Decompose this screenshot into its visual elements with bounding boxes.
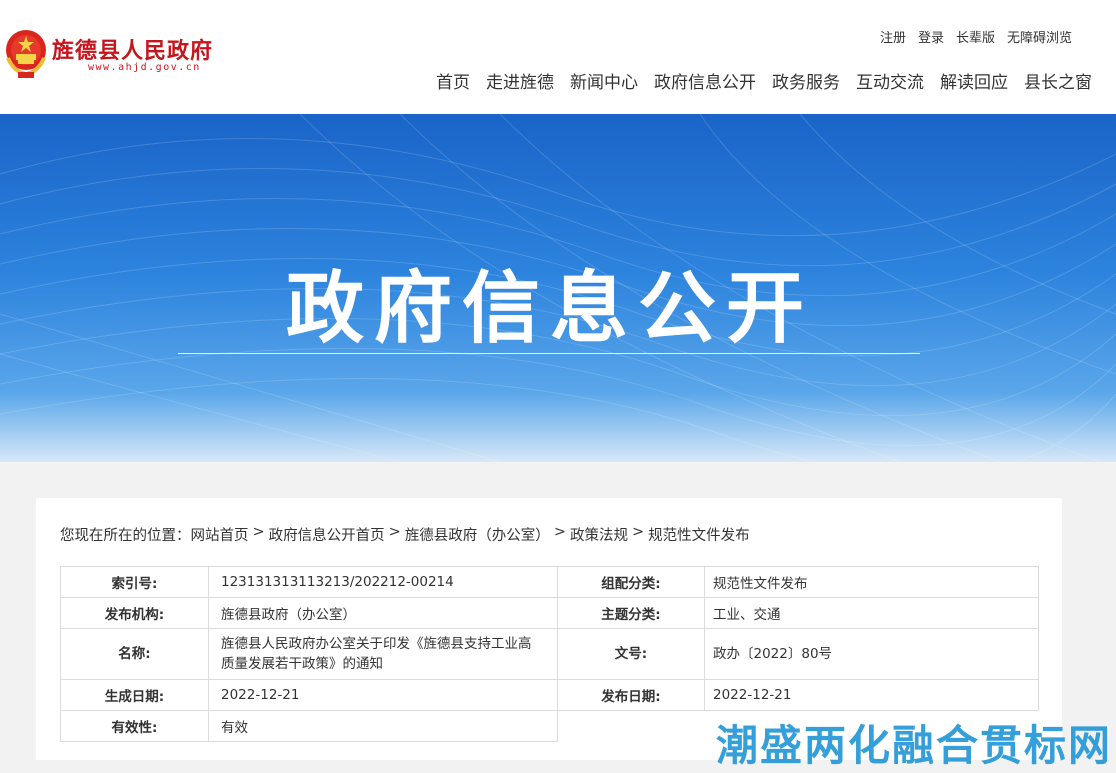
accessibility-link[interactable]: 无障碍浏览 bbox=[1007, 27, 1072, 46]
index-label: 索引号: bbox=[60, 566, 209, 598]
breadcrumb-office[interactable]: 旌德县政府（办公室） bbox=[405, 524, 550, 545]
nav-item-county-head[interactable]: 县长之窗 bbox=[1024, 68, 1092, 93]
docno-label: 文号: bbox=[557, 628, 705, 680]
created-date-label: 生成日期: bbox=[60, 679, 209, 711]
table-row: 发布机构: 旌德县政府（办公室） 主题分类: 工业、交通 bbox=[60, 597, 1039, 629]
nav-item-about[interactable]: 走进旌德 bbox=[486, 68, 554, 93]
category-label: 组配分类: bbox=[557, 566, 705, 598]
banner-divider bbox=[178, 353, 920, 354]
main-nav: 首页 走进旌德 新闻中心 政府信息公开 政务服务 互动交流 解读回应 县长之窗 bbox=[436, 68, 1092, 93]
site-header: 旌德县人民政府 www.ahjd.gov.cn 注册 登录 长辈版 无障碍浏览 … bbox=[0, 0, 1116, 114]
name-value: 旌德县人民政府办公室关于印发《旌德县支持工业高 质量发展若干政策》的通知 bbox=[208, 628, 558, 680]
banner-title: 政府信息公开 bbox=[285, 264, 814, 354]
nav-item-home[interactable]: 首页 bbox=[436, 68, 470, 93]
top-links: 注册 登录 长辈版 无障碍浏览 bbox=[880, 27, 1072, 46]
elder-mode-link[interactable]: 长辈版 bbox=[956, 27, 995, 46]
nav-item-gov-info[interactable]: 政府信息公开 bbox=[654, 68, 756, 93]
breadcrumb-separator: > bbox=[252, 524, 265, 540]
register-link[interactable]: 注册 bbox=[880, 27, 906, 46]
breadcrumb-policy[interactable]: 政策法规 bbox=[570, 524, 628, 545]
publisher-label: 发布机构: bbox=[60, 597, 209, 629]
national-emblem-icon bbox=[6, 30, 46, 78]
breadcrumb-separator: > bbox=[631, 524, 645, 540]
index-value: 123131313113213/202212-00214 bbox=[208, 566, 558, 598]
validity-value: 有效 bbox=[208, 710, 558, 742]
topic-label: 主题分类: bbox=[557, 597, 705, 629]
published-date-value: 2022-12-21 bbox=[704, 679, 1039, 711]
name-value-line1: 旌德县人民政府办公室关于印发《旌德县支持工业高 bbox=[221, 636, 532, 652]
docno-value: 政办〔2022〕80号 bbox=[704, 628, 1039, 680]
topic-value: 工业、交通 bbox=[704, 597, 1039, 629]
nav-item-interaction[interactable]: 互动交流 bbox=[856, 68, 924, 93]
breadcrumb-home[interactable]: 网站首页 bbox=[191, 524, 249, 545]
site-url: www.ahjd.gov.cn bbox=[88, 62, 201, 73]
breadcrumb-normative-docs[interactable]: 规范性文件发布 bbox=[648, 524, 750, 545]
publisher-value: 旌德县政府（办公室） bbox=[208, 597, 558, 629]
table-row: 索引号: 123131313113213/202212-00214 组配分类: … bbox=[60, 566, 1039, 598]
created-date-value: 2022-12-21 bbox=[208, 679, 558, 711]
nav-item-interpretation[interactable]: 解读回应 bbox=[940, 68, 1008, 93]
validity-label: 有效性: bbox=[60, 710, 209, 742]
banner: 政府信息公开 bbox=[0, 114, 1116, 462]
published-date-label: 发布日期: bbox=[557, 679, 705, 711]
table-row: 名称: 旌德县人民政府办公室关于印发《旌德县支持工业高 质量发展若干政策》的通知… bbox=[60, 628, 1039, 680]
name-value-line2: 质量发展若干政策》的通知 bbox=[221, 656, 383, 672]
category-value: 规范性文件发布 bbox=[704, 566, 1039, 598]
breadcrumb-prefix: 您现在所在的位置： bbox=[60, 528, 191, 544]
breadcrumb-gov-info[interactable]: 政府信息公开首页 bbox=[269, 524, 385, 545]
breadcrumb: 您现在所在的位置： 网站首页 > 政府信息公开首页 > 旌德县政府（办公室） >… bbox=[60, 524, 750, 545]
table-row: 生成日期: 2022-12-21 发布日期: 2022-12-21 bbox=[60, 679, 1039, 711]
site-name[interactable]: 旌德县人民政府 bbox=[52, 33, 213, 65]
breadcrumb-separator: > bbox=[553, 524, 566, 540]
login-link[interactable]: 登录 bbox=[918, 27, 944, 46]
nav-item-services[interactable]: 政务服务 bbox=[772, 68, 840, 93]
watermark: 潮盛两化融合贯标网 bbox=[715, 721, 1112, 770]
breadcrumb-separator: > bbox=[388, 524, 401, 540]
name-label: 名称: bbox=[60, 628, 209, 680]
nav-item-news[interactable]: 新闻中心 bbox=[570, 68, 638, 93]
